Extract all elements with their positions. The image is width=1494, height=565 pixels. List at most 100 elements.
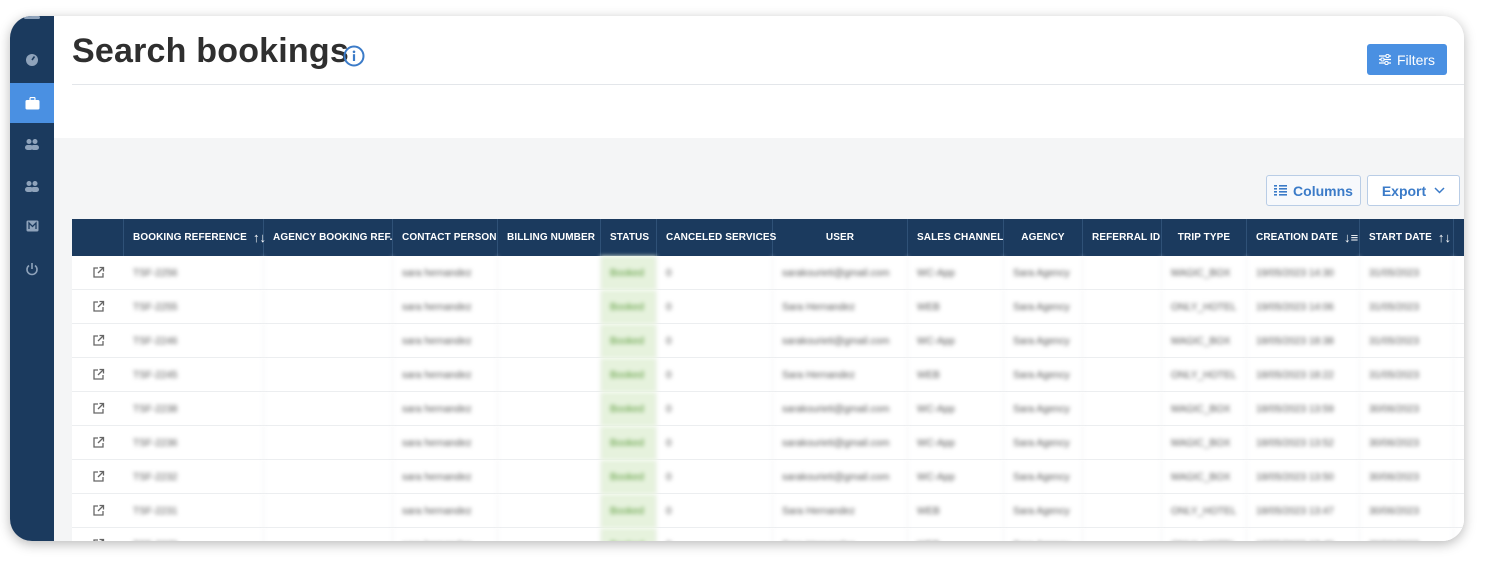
- column-header[interactable]: CREATION DATE ↓≡: [1247, 219, 1360, 256]
- table-row[interactable]: TSF-2246 sara hernandez Booked 0 sarakouriet…: [72, 324, 1464, 358]
- table-row[interactable]: TSF-2238 sara hernandez Booked 0 sarakouriet…: [72, 392, 1464, 426]
- table-cell: Sara Agency: [1004, 290, 1083, 324]
- table-cell: 30/06/2023: [1360, 392, 1454, 426]
- export-label: Export: [1381, 182, 1427, 199]
- sidebar-item-users[interactable]: [10, 124, 54, 164]
- column-header-label: REFERRAL ID: [1092, 232, 1161, 243]
- column-header-label: START DATE: [1369, 232, 1432, 243]
- table-cell: Sara Agency: [1004, 528, 1083, 541]
- sort-icon[interactable]: ↑↓: [1438, 230, 1451, 245]
- table-cell: 30/06/2023: [1360, 460, 1454, 494]
- info-icon[interactable]: [343, 45, 365, 67]
- table-cell: MAGIC_BOX: [1162, 460, 1247, 494]
- table-cell: 0: [657, 392, 773, 426]
- sidebar-item-groups[interactable]: [10, 166, 54, 206]
- column-header-label: USER: [825, 232, 855, 243]
- table-cell: 31/05/2023: [1360, 358, 1454, 392]
- table-cell: [264, 290, 393, 324]
- column-header[interactable]: AGENCY BOOKING REF.: [264, 219, 393, 256]
- sort-icon[interactable]: ↓≡: [1344, 230, 1358, 245]
- column-header-label: BILLING NUMBER: [507, 232, 596, 243]
- row-cells: TSF-2231 sara hernandez Booked 0 Sara Hernan…: [72, 494, 1464, 528]
- row-cells: TSF-2229 sara hernandez Booked0Sara Hernan…: [72, 528, 1464, 541]
- table-cell: [1083, 528, 1162, 541]
- table-cell: Booked: [601, 358, 657, 392]
- columns-button[interactable]: Columns: [1266, 175, 1361, 206]
- table-cell: [498, 256, 601, 290]
- table-cell: MAGIC_BOX: [1162, 392, 1247, 426]
- table-cell: Sara Agency: [1004, 256, 1083, 290]
- table-row[interactable]: TSF-2256 sara hernandez Booked 0 sarakouriet…: [72, 256, 1464, 290]
- sidebar-item-dashboard[interactable]: [10, 40, 54, 80]
- table-cell: MAGIC_BOX: [1162, 256, 1247, 290]
- table-cell: TSF-2246: [124, 324, 264, 358]
- table-cell: [264, 528, 393, 541]
- table-cell: TSF-2232: [124, 460, 264, 494]
- users-icon: [25, 139, 39, 150]
- column-header[interactable]: REFERRAL ID: [1083, 219, 1162, 256]
- table-cell: Booked: [601, 256, 657, 290]
- table-cell: Sara Agency: [1004, 494, 1083, 528]
- column-header-label: CREATION DATE: [1256, 232, 1339, 243]
- table-cell: Sara Agency: [1004, 324, 1083, 358]
- export-button[interactable]: Export: [1367, 175, 1460, 206]
- column-header-label: BOOKING REFERENCE: [133, 232, 247, 243]
- filters-label: Filters: [1396, 51, 1436, 68]
- table-cell: sara hernandez: [393, 290, 498, 324]
- row-cells: TSF-2238 sara hernandez Booked 0 sarakouriet…: [72, 392, 1464, 426]
- table-cell: 30/06/2023: [1360, 494, 1454, 528]
- sidebar-item-m[interactable]: [10, 206, 54, 246]
- table-cell: [498, 528, 601, 541]
- column-header-label: AGENCY: [1021, 232, 1065, 243]
- filters-button[interactable]: Filters: [1367, 44, 1447, 75]
- table-cell: 18/05/2023 13:40: [1247, 528, 1360, 541]
- table-row[interactable]: TSF-2231 sara hernandez Booked 0 Sara Hernan…: [72, 494, 1464, 528]
- column-header[interactable]: USER: [773, 219, 908, 256]
- table-cell: [264, 392, 393, 426]
- row-cells: TSF-2232 sara hernandez Booked 0 sarakouriet…: [72, 460, 1464, 494]
- table-cell: TSF-2236: [124, 426, 264, 460]
- table-cell: Sara Agency: [1004, 358, 1083, 392]
- table-cell: [498, 324, 601, 358]
- table-cell: TSF-2256: [124, 256, 264, 290]
- table-cell: sara hernandez: [393, 460, 498, 494]
- column-header[interactable]: CONTACT PERSON: [393, 219, 498, 256]
- table-cell: 0: [657, 358, 773, 392]
- column-header-label: TRIP TYPE: [1177, 232, 1231, 243]
- column-header[interactable]: STATUS: [601, 219, 657, 256]
- table-row[interactable]: TSF-2229 sara hernandez Booked0Sara Hernan…: [72, 528, 1464, 541]
- table-row[interactable]: TSF-2232 sara hernandez Booked 0 sarakouriet…: [72, 460, 1464, 494]
- column-header[interactable]: CANCELED SERVICES: [657, 219, 777, 256]
- table-row[interactable]: TSF-2255 sara hernandez Booked 0 Sara Hernan…: [72, 290, 1464, 324]
- table-row[interactable]: TSF-2245 sara hernandez Booked 0 Sara Hernan…: [72, 358, 1464, 392]
- column-header[interactable]: AGENCY: [1004, 219, 1083, 256]
- sidebar-item-bookings[interactable]: [10, 83, 54, 123]
- column-header[interactable]: BOOKING REFERENCE ↑↓: [124, 219, 266, 256]
- table-cell: 30/06/2023: [1360, 426, 1454, 460]
- table-cell: sara hernandez: [393, 324, 498, 358]
- table-cell: [1083, 290, 1162, 324]
- column-header-label: CANCELED SERVICES: [666, 232, 777, 243]
- menu-handle[interactable]: [24, 16, 40, 19]
- table-cell: [498, 392, 601, 426]
- table-cell: WC-App: [908, 256, 1004, 290]
- gauge-icon: [26, 54, 38, 66]
- column-header[interactable]: START DATE ↑↓: [1360, 219, 1454, 256]
- table-cell: sara hernandez: [393, 494, 498, 528]
- row-cells: TSF-2236 sara hernandez Booked 0 sarakouriet…: [72, 426, 1464, 460]
- table-cell: WC-App: [908, 460, 1004, 494]
- table-cell: [1083, 392, 1162, 426]
- row-cells: TSF-2256 sara hernandez Booked 0 sarakouriet…: [72, 256, 1464, 290]
- table-cell: 0: [657, 494, 773, 528]
- column-header[interactable]: SALES CHANNEL: [908, 219, 1004, 256]
- table-cell: 0: [657, 324, 773, 358]
- table-cell: 0: [657, 290, 773, 324]
- sidebar-item-logout[interactable]: [10, 249, 54, 289]
- table-cell: sarakourieti@gmail.com: [773, 256, 908, 290]
- column-header-label: SALES CHANNEL: [917, 232, 1004, 243]
- table-cell: ONLY_HOTEL: [1162, 528, 1247, 541]
- table-row[interactable]: TSF-2236 sara hernandez Booked 0 sarakouriet…: [72, 426, 1464, 460]
- column-header[interactable]: TRIP TYPE: [1162, 219, 1247, 256]
- table-cell: Booked: [601, 528, 657, 541]
- column-header[interactable]: BILLING NUMBER: [498, 219, 601, 256]
